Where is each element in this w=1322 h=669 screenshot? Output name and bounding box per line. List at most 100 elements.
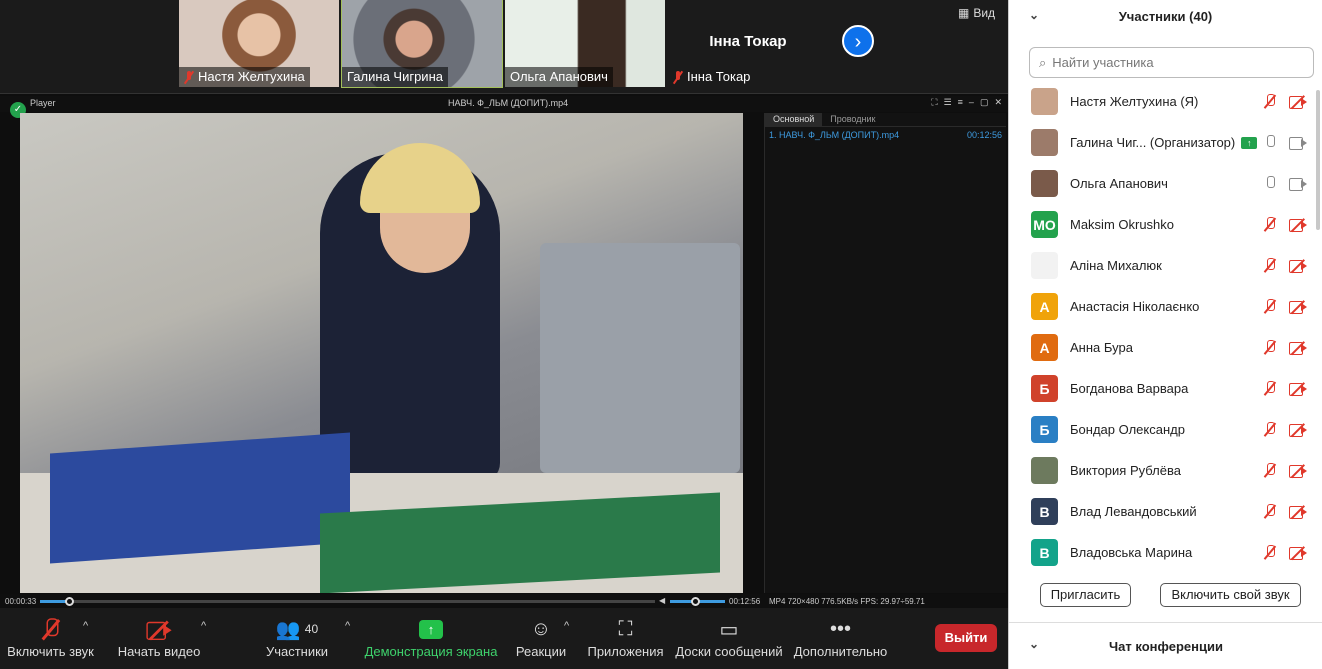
- volume-icon[interactable]: ◀: [659, 596, 665, 605]
- avatar: [1031, 129, 1058, 156]
- search-icon: ⌕: [1039, 54, 1047, 70]
- reactions-button[interactable]: ☺ Реакции: [516, 608, 566, 669]
- panel-title: Участники (40): [1118, 8, 1213, 24]
- video-tile[interactable]: Настя Желтухина: [179, 0, 339, 87]
- reactions-icon: ☺: [530, 617, 552, 640]
- share-screen-button[interactable]: ↑ Демонстрация экрана: [365, 608, 497, 669]
- participant-row[interactable]: Аліна Михалюк: [1009, 245, 1322, 286]
- expand-chevron-icon[interactable]: ⌄: [1029, 637, 1039, 651]
- participant-row[interactable]: MO Maksim Okrushko: [1009, 204, 1322, 245]
- minimize-icon[interactable]: –: [969, 97, 974, 108]
- participant-row[interactable]: А Анастасія Ніколаєнко: [1009, 286, 1322, 327]
- apps-icon: ⛶: [618, 617, 633, 640]
- more-icon: •••: [829, 617, 851, 640]
- mic-muted-icon: [184, 70, 194, 84]
- participant-row[interactable]: Настя Желтухина (Я): [1009, 81, 1322, 122]
- avatar: [1031, 170, 1058, 197]
- participant-name-text: Maksim Okrushko: [1070, 217, 1175, 232]
- mic-muted-icon: [45, 617, 58, 640]
- participant-name-text: Влад Левандовський: [1070, 504, 1197, 519]
- leave-button[interactable]: Выйти: [935, 624, 997, 652]
- seek-track[interactable]: [40, 600, 655, 603]
- chat-header[interactable]: ⌄ Чат конференции: [1009, 622, 1322, 669]
- participant-status-icons: [1264, 258, 1307, 273]
- share-screen-icon: ↑: [419, 618, 443, 640]
- camera-off-icon: [1289, 382, 1307, 396]
- mic-muted-icon: [1264, 381, 1276, 396]
- camera-off-icon: [1289, 546, 1307, 560]
- seek-handle[interactable]: [65, 597, 74, 606]
- whiteboards-button[interactable]: ▭ Доски сообщений: [675, 608, 782, 669]
- camera-off-icon: [146, 618, 172, 640]
- filter-icon[interactable]: ☰: [944, 97, 952, 108]
- camera-off-icon: [1289, 259, 1307, 273]
- unmute-self-button[interactable]: Включить свой звук: [1160, 583, 1301, 607]
- participant-list-scrollbar[interactable]: [1316, 90, 1320, 230]
- avatar: А: [1031, 334, 1058, 361]
- close-icon[interactable]: ✕: [994, 97, 1002, 108]
- participant-status-icons: [1264, 422, 1307, 437]
- participant-row[interactable]: В Владовська Марина: [1009, 532, 1322, 568]
- apps-button[interactable]: ⛶ Приложения: [587, 608, 663, 669]
- camera-off-icon: [1289, 341, 1307, 355]
- video-tile[interactable]: Інна Токар Інна Токар: [668, 0, 828, 87]
- participant-row[interactable]: А Анна Бура: [1009, 327, 1322, 368]
- player-window-controls: ⛶ ☰ ≡ – ▢ ✕: [931, 97, 1002, 108]
- mic-muted-icon: [1264, 340, 1276, 355]
- avatar: [1031, 252, 1058, 279]
- participants-count: 40: [304, 622, 319, 636]
- participant-status-icons: [1264, 381, 1307, 396]
- unmute-button[interactable]: Включить звук: [7, 608, 94, 669]
- time-current: 00:00:33: [5, 597, 37, 606]
- more-button[interactable]: ••• Дополнительно: [794, 608, 888, 669]
- pin-icon[interactable]: ⛶: [931, 97, 937, 108]
- invite-button[interactable]: Пригласить: [1040, 583, 1131, 607]
- participant-row[interactable]: Виктория Рублёва: [1009, 450, 1322, 491]
- avatar: [1031, 88, 1058, 115]
- mic-muted-icon: [1264, 217, 1276, 232]
- video-frame[interactable]: [20, 113, 743, 593]
- reactions-options-chevron-icon[interactable]: ^: [564, 620, 569, 632]
- mic-muted-icon: [673, 70, 683, 84]
- video-tile[interactable]: Ольга Апанович: [505, 0, 665, 87]
- tile-name: Ольга Апанович: [505, 67, 613, 87]
- participant-row[interactable]: В Влад Левандовський: [1009, 491, 1322, 532]
- menu-icon[interactable]: ≡: [958, 97, 963, 108]
- participants-button[interactable]: 👥 40 Участники: [266, 608, 328, 669]
- participant-name: Владовська Марина: [1070, 545, 1192, 560]
- participant-status-icons: [1264, 504, 1307, 519]
- video-options-chevron-icon[interactable]: ^: [201, 620, 206, 632]
- camera-off-icon: [1289, 95, 1307, 109]
- participant-name: Ольга Апанович: [1070, 176, 1168, 191]
- participant-name-text: Аліна Михалюк: [1070, 258, 1162, 273]
- participant-row[interactable]: Галина Чиг... (Организатор) ↑: [1009, 122, 1322, 163]
- mic-muted-icon: [1264, 422, 1276, 437]
- tab-explorer[interactable]: Проводник: [822, 113, 883, 126]
- next-page-button[interactable]: ›: [842, 25, 874, 57]
- participant-status-icons: [1264, 176, 1307, 191]
- playlist-item[interactable]: 1. НАВЧ. Ф_ЛЬМ (ДОПИТ).mp4 00:12:56: [765, 127, 1006, 143]
- participant-name-text: Галина Чиг... (Организатор): [1070, 135, 1236, 150]
- zoom-window: Настя Желтухина Галина Чигрина Ольга Апа…: [0, 0, 1322, 669]
- participant-name: Богданова Варвара: [1070, 381, 1188, 396]
- tab-main[interactable]: Основной: [765, 113, 823, 126]
- participant-name: Аліна Михалюк: [1070, 258, 1162, 273]
- participant-search-input[interactable]: ⌕ Найти участника: [1029, 47, 1314, 78]
- participant-row[interactable]: Б Бондар Олександр: [1009, 409, 1322, 450]
- maximize-icon[interactable]: ▢: [980, 97, 989, 108]
- view-button[interactable]: ▦ Вид: [958, 6, 995, 20]
- mic-muted-icon: [1264, 94, 1276, 109]
- participant-status-icons: [1264, 217, 1307, 232]
- volume-handle[interactable]: [691, 597, 700, 606]
- participant-row[interactable]: Б Богданова Варвара: [1009, 368, 1322, 409]
- participants-options-chevron-icon[interactable]: ^: [345, 620, 350, 632]
- audio-options-chevron-icon[interactable]: ^: [83, 620, 88, 632]
- start-video-button[interactable]: Начать видео: [118, 608, 200, 669]
- video-tile-active[interactable]: Галина Чигрина: [341, 0, 503, 88]
- mic-muted-icon: [1264, 299, 1276, 314]
- camera-off-icon: [1289, 464, 1307, 478]
- participant-status-icons: [1264, 94, 1307, 109]
- playlist-item-duration: 00:12:56: [966, 130, 1002, 140]
- participant-row[interactable]: Ольга Апанович: [1009, 163, 1322, 204]
- collapse-chevron-icon[interactable]: ⌄: [1029, 8, 1039, 22]
